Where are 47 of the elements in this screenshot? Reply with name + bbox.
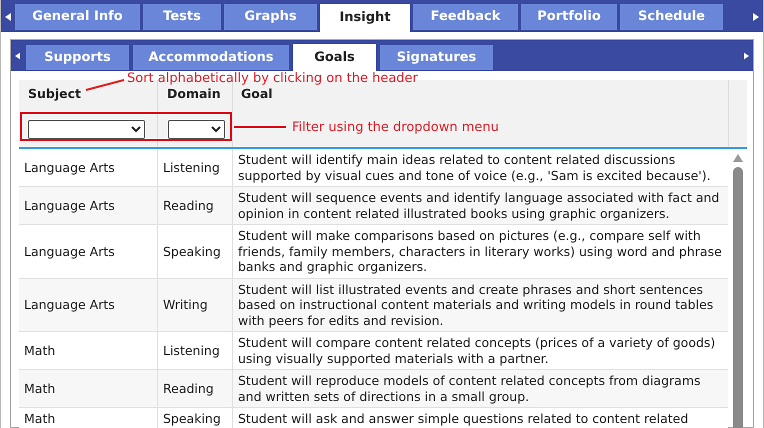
goal-cell: Student will ask and answer simple questions related to content related (238, 411, 688, 426)
domain-cell: Speaking (163, 411, 221, 426)
goal-cell: Student will make comparisons based on pictures (e.g., compare self with friends, family members, characters in literary works) using word and phrase banks and graphic organizers. (238, 228, 722, 274)
goal-cell: Student will compare content related concepts (prices of a variety of goods) using visually supported materials with a partner. (238, 335, 716, 366)
tab[interactable]: Goals (293, 44, 376, 71)
domain-cell: Reading (163, 198, 214, 214)
domain-cell: Reading (163, 380, 214, 396)
subject-cell: Language Arts (24, 198, 115, 214)
scroll-left-icon[interactable] (15, 52, 20, 60)
tab[interactable]: Insight (320, 4, 410, 32)
scroll-left-icon[interactable] (5, 13, 11, 21)
tab[interactable]: Tests (143, 4, 221, 30)
tab[interactable]: Supports (26, 45, 129, 70)
subject-cell: Math (24, 380, 56, 396)
subject-cell: Math (24, 342, 56, 358)
tab[interactable]: Schedule (620, 4, 723, 30)
annotation-text: Filter using the dropdown menu (292, 119, 499, 137)
domain-cell: Speaking (163, 244, 221, 259)
tab[interactable]: Portfolio (521, 4, 617, 30)
goal-cell: Student will sequence events and identify language associated with fact and opinion in content related illustrated books using graphic organizers. (238, 190, 720, 220)
column-header[interactable]: Subject (28, 85, 81, 104)
column-header[interactable]: Domain (167, 85, 221, 104)
tab[interactable]: Graphs (224, 4, 317, 30)
subject-cell: Math (24, 411, 56, 426)
leader-line (234, 126, 286, 128)
subject-cell: Language Arts (24, 160, 115, 176)
domain-filter-dropdown[interactable] (168, 120, 225, 139)
tab[interactable]: Signatures (380, 45, 493, 70)
subject-cell: Language Arts (24, 244, 115, 259)
scroll-right-icon[interactable] (744, 52, 749, 60)
tab[interactable]: Accommodations (133, 45, 289, 70)
subject-filter-dropdown[interactable] (28, 120, 145, 139)
domain-cell: Writing (163, 297, 208, 312)
goal-cell: Student will identify main ideas related to content related discussions supported by visual cues and tone of voice (e.g., 'Sam is excited because'). (238, 152, 711, 182)
tab[interactable]: Feedback (413, 4, 518, 30)
annotation-text: Sort alphabetically by clicking on the header (127, 70, 418, 88)
subject-cell: Language Arts (24, 297, 115, 312)
tab[interactable]: General Info (15, 4, 140, 30)
scroll-up-icon[interactable] (732, 154, 743, 162)
goal-cell: Student will list illustrated events and create phrases and short sentences based on instructional content materials and writing models in round tables with peers for edits and revision. (238, 282, 714, 328)
scrollbar-thumb[interactable] (732, 167, 743, 428)
goal-cell: Student will reproduce models of content related concepts from diagrams and written sets of directions in a small group. (238, 373, 701, 404)
leader-line (84, 78, 126, 92)
scroll-right-icon[interactable] (753, 13, 759, 21)
domain-cell: Listening (163, 342, 220, 358)
domain-cell: Listening (163, 160, 220, 176)
column-header[interactable]: Goal (241, 85, 273, 104)
